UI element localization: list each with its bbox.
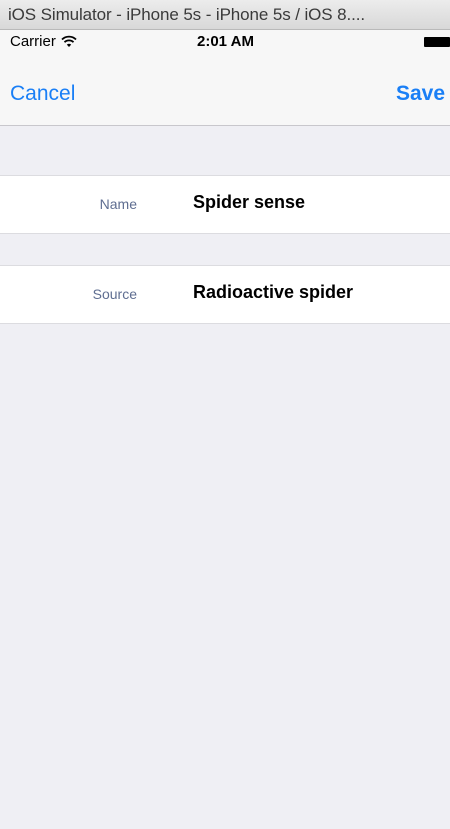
- navigation-bar: Cancel Save: [0, 54, 450, 126]
- cancel-button[interactable]: Cancel: [10, 82, 75, 106]
- form-table: Name Source: [0, 126, 450, 829]
- name-field[interactable]: [193, 192, 433, 213]
- battery-icon: [424, 37, 450, 47]
- status-bar: Carrier 2:01 AM: [0, 30, 450, 54]
- window-title: iOS Simulator - iPhone 5s - iPhone 5s / …: [8, 5, 365, 24]
- window-titlebar: iOS Simulator - iPhone 5s - iPhone 5s / …: [0, 0, 450, 30]
- source-cell[interactable]: Source: [0, 265, 450, 324]
- carrier-indicator: Carrier: [10, 33, 77, 50]
- name-label: Name: [99, 196, 137, 212]
- save-button[interactable]: Save: [396, 82, 445, 106]
- wifi-icon: [61, 35, 77, 47]
- name-cell[interactable]: Name: [0, 175, 450, 234]
- source-field[interactable]: [193, 282, 433, 303]
- source-label: Source: [92, 286, 137, 302]
- carrier-label: Carrier: [10, 33, 56, 50]
- status-time: 2:01 AM: [197, 33, 254, 50]
